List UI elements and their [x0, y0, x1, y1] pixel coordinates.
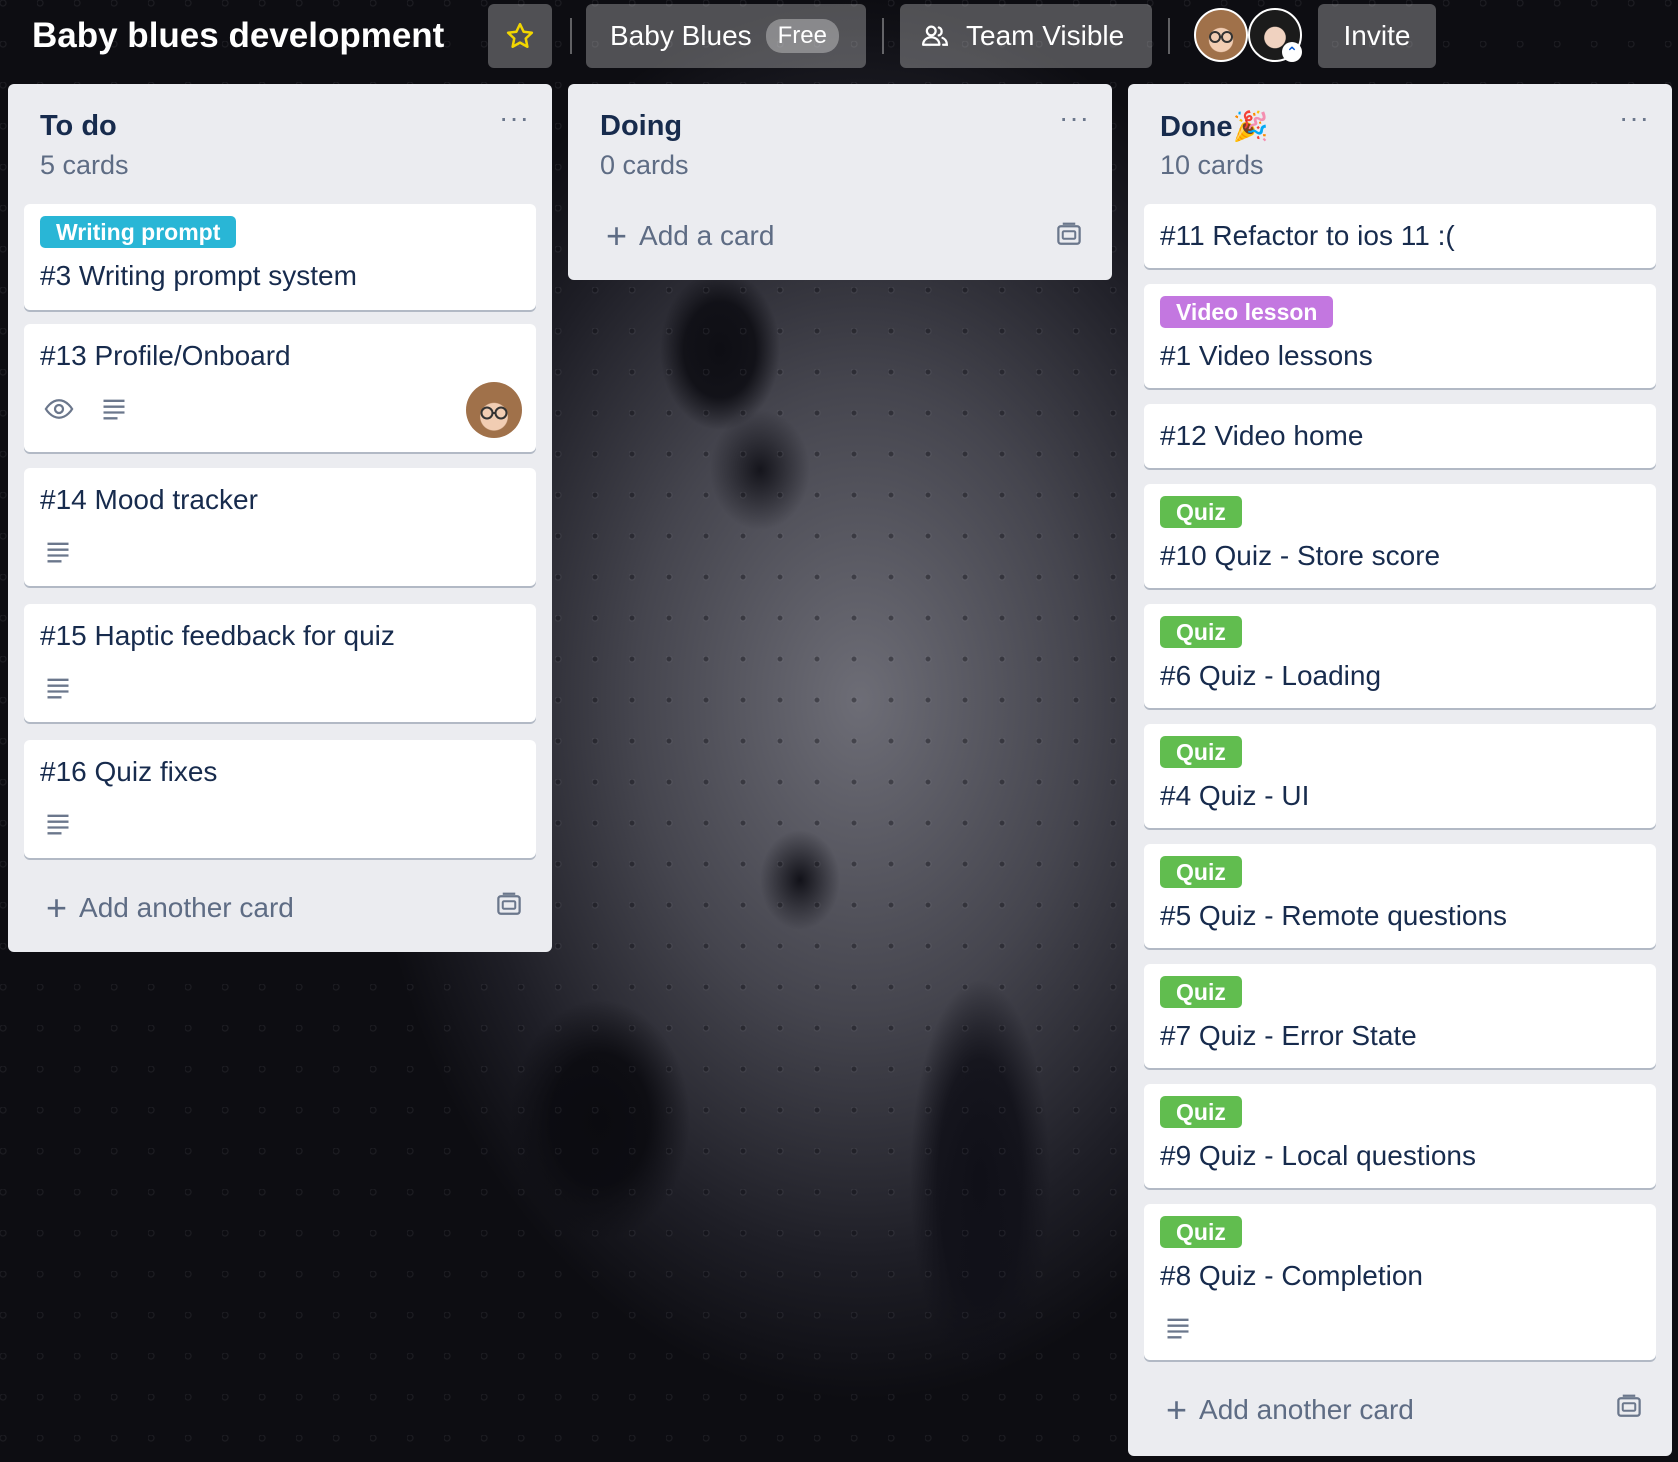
card-title: #3 Writing prompt system: [40, 260, 357, 291]
card-title: #9 Quiz - Local questions: [1160, 1140, 1476, 1171]
card-title: #12 Video home: [1160, 420, 1364, 451]
card[interactable]: #11 Refactor to ios 11 :(: [1144, 204, 1656, 268]
card[interactable]: #13 Profile/Onboard: [24, 324, 536, 452]
card-label: Quiz: [1160, 976, 1242, 1008]
list-title[interactable]: To do: [40, 110, 117, 143]
card[interactable]: Quiz #9 Quiz - Local questions: [1144, 1084, 1656, 1188]
card-title: #7 Quiz - Error State: [1160, 1020, 1417, 1051]
watch-eye-icon: [44, 399, 74, 419]
visibility-label: Team Visible: [966, 20, 1125, 51]
card-title: #8 Quiz - Completion: [1160, 1260, 1424, 1291]
card[interactable]: #15 Haptic feedback for quiz: [24, 604, 536, 722]
invite-button[interactable]: Invite: [1318, 4, 1436, 68]
list-to-do: To do 5 cards ··· Writing prompt #3 Writ…: [8, 84, 552, 952]
card-title: #14 Mood tracker: [40, 484, 258, 515]
card[interactable]: #14 Mood tracker: [24, 468, 536, 586]
card-template-icon[interactable]: [494, 890, 524, 920]
list-card-count: 0 cards: [600, 150, 689, 180]
glasses-icon: [1209, 31, 1233, 43]
card-label: Quiz: [1160, 736, 1242, 768]
card[interactable]: Quiz #4 Quiz - UI: [1144, 724, 1656, 828]
add-card-button[interactable]: + Add another card: [46, 887, 294, 928]
card-label: Quiz: [1160, 1096, 1242, 1128]
add-card-label: Add a card: [639, 220, 775, 251]
star-icon: [506, 22, 534, 48]
star-button[interactable]: [488, 4, 552, 68]
workspace-button[interactable]: Baby Blues Free: [586, 4, 866, 68]
admin-chevron-badge: ⌃: [1282, 42, 1302, 62]
team-icon: [922, 25, 949, 46]
card-member-avatar[interactable]: [466, 382, 522, 438]
list-card-count: 10 cards: [1160, 150, 1264, 180]
visibility-button[interactable]: Team Visible: [900, 4, 1152, 68]
list-card-count: 5 cards: [40, 150, 129, 180]
member-avatar-2[interactable]: ⌃: [1248, 8, 1302, 62]
card-title: #5 Quiz - Remote questions: [1160, 900, 1508, 931]
card-title: #10 Quiz - Store score: [1160, 540, 1441, 571]
description-icon: [1167, 1318, 1189, 1339]
add-card-label: Add another card: [79, 892, 294, 923]
glasses-icon: [480, 406, 508, 420]
invite-label: Invite: [1343, 20, 1411, 51]
header-divider: [570, 18, 572, 54]
plus-icon: +: [606, 215, 628, 256]
card-title: #15 Haptic feedback for quiz: [40, 620, 395, 651]
card-title: #6 Quiz - Loading: [1160, 660, 1382, 691]
add-card-button[interactable]: + Add another card: [1166, 1389, 1414, 1430]
list-menu-icon[interactable]: ···: [1619, 102, 1650, 134]
card-title: #4 Quiz - UI: [1160, 780, 1310, 811]
header-divider: [1168, 18, 1170, 54]
list-done: Done🎉 10 cards ··· #11 Refactor to ios 1…: [1128, 84, 1672, 1456]
add-card-label: Add another card: [1199, 1394, 1414, 1425]
description-icon: [103, 399, 125, 420]
card-label: Video lesson: [1160, 296, 1334, 328]
card-label: Quiz: [1160, 496, 1242, 528]
list-title[interactable]: Doing: [600, 110, 682, 143]
card-label: Writing prompt: [40, 216, 237, 248]
card-title: #16 Quiz fixes: [40, 756, 218, 787]
workspace-name: Baby Blues: [610, 20, 752, 51]
card-title: #11 Refactor to ios 11 :(: [1160, 220, 1455, 251]
card-label: Quiz: [1160, 856, 1242, 888]
board-title[interactable]: Baby blues development: [32, 12, 444, 60]
list-menu-icon[interactable]: ···: [499, 102, 530, 134]
card-label: Quiz: [1160, 1216, 1242, 1248]
card[interactable]: Quiz #5 Quiz - Remote questions: [1144, 844, 1656, 948]
board-header: Baby blues development Baby Blues Free T…: [0, 0, 1678, 78]
description-icon: [47, 542, 69, 563]
workspace-plan-badge: Free: [765, 19, 839, 53]
card-label: Quiz: [1160, 616, 1242, 648]
card-title: #1 Video lessons: [1160, 340, 1373, 371]
card[interactable]: Quiz #8 Quiz - Completion: [1144, 1204, 1656, 1360]
card[interactable]: Video lesson #1 Video lessons: [1144, 284, 1656, 388]
list-doing: Doing 0 cards ··· + Add a card: [568, 84, 1112, 280]
card-template-icon[interactable]: [1614, 1392, 1644, 1422]
add-card-button[interactable]: + Add a card: [606, 215, 775, 256]
card[interactable]: #16 Quiz fixes: [24, 740, 536, 858]
card[interactable]: Quiz #7 Quiz - Error State: [1144, 964, 1656, 1068]
description-icon: [47, 678, 69, 699]
card[interactable]: Quiz #6 Quiz - Loading: [1144, 604, 1656, 708]
card[interactable]: Quiz #10 Quiz - Store score: [1144, 484, 1656, 588]
card-title: #13 Profile/Onboard: [40, 340, 291, 371]
card-template-icon[interactable]: [1054, 220, 1084, 250]
card[interactable]: #12 Video home: [1144, 404, 1656, 468]
header-divider: [882, 18, 884, 54]
plus-icon: +: [1166, 1389, 1188, 1430]
card[interactable]: Writing prompt #3 Writing prompt system: [24, 204, 536, 310]
description-icon: [47, 814, 69, 835]
member-avatar-1[interactable]: [1194, 8, 1248, 62]
list-title[interactable]: Done🎉: [1160, 110, 1269, 144]
list-menu-icon[interactable]: ···: [1059, 102, 1090, 134]
plus-icon: +: [46, 887, 68, 928]
